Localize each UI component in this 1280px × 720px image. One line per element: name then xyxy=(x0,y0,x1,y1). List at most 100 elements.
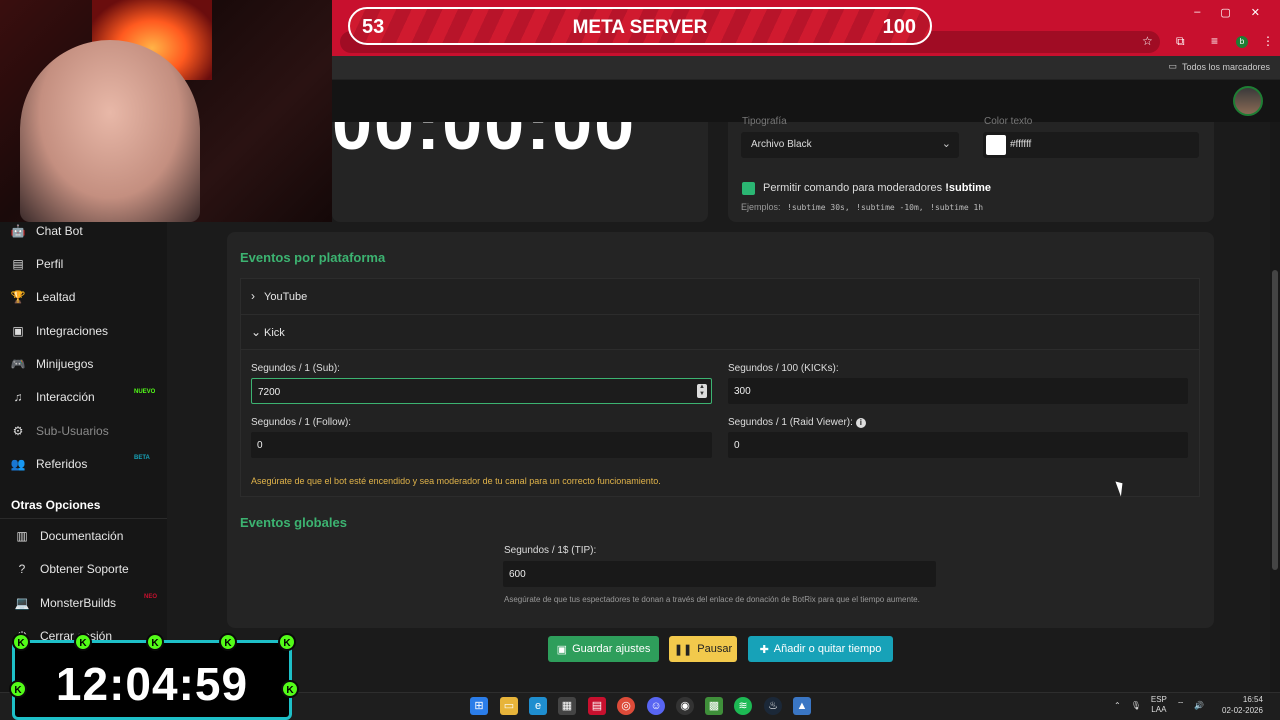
example-code: !subtime 1h xyxy=(930,203,984,212)
save-icon: ▣ xyxy=(556,643,568,656)
clock-time: 16:54 xyxy=(1242,695,1263,704)
style-settings-card: Tipografía Color texto Archivo Black ⌄ #… xyxy=(728,116,1214,222)
sidebar-item-integraciones[interactable]: ▣ Integraciones xyxy=(0,316,167,346)
pause-icon: ❚❚ xyxy=(673,643,693,656)
store-icon[interactable]: ▦ xyxy=(558,697,576,715)
kicks-seconds-label: Segundos / 100 (KICKs): xyxy=(728,363,839,374)
star-icon[interactable]: ☆ xyxy=(1142,34,1153,48)
sidebar-item-chat-bot[interactable]: 🤖 Chat Bot xyxy=(0,216,167,246)
clock-date: 02-02-2026 xyxy=(1222,706,1263,715)
kick-logo-icon: K xyxy=(146,633,164,651)
windows-start-icon[interactable]: ⊞ xyxy=(470,697,488,715)
timer-preview-card: 00:00:00 xyxy=(332,122,708,222)
close-button[interactable]: ✕ xyxy=(1251,6,1260,19)
chrome-icon[interactable]: ◎ xyxy=(617,697,635,715)
profile-icon[interactable]: b xyxy=(1236,36,1248,48)
sidebar-item-minijuegos[interactable]: 🎮 Minijuegos xyxy=(0,349,167,379)
pause-button[interactable]: ❚❚ Pausar xyxy=(669,636,737,662)
tip-seconds-input[interactable]: 600 xyxy=(503,561,936,587)
webcam-overlay xyxy=(0,0,332,222)
sidebar-item-label: Sub-Usuarios xyxy=(36,424,109,438)
extensions-icon[interactable]: ⧉ xyxy=(1176,34,1185,49)
users-icon: 👥 xyxy=(10,457,26,471)
sidebar-item-perfil[interactable]: ▤ Perfil xyxy=(0,249,167,279)
accordion-kick[interactable]: ⌄ Kick xyxy=(240,314,1200,350)
color-input[interactable]: #ffffff xyxy=(983,132,1199,158)
neo-badge: NEO xyxy=(144,594,158,600)
music-icon: ♫ xyxy=(13,390,23,404)
kick-logo-icon: K xyxy=(74,633,92,651)
divider xyxy=(0,518,167,519)
menu-icon[interactable]: ⋮ xyxy=(1262,34,1274,48)
countdown-overlay: 12:04:59 xyxy=(12,640,292,720)
plug-icon: ▣ xyxy=(12,324,24,338)
sidebar-item-interaccion[interactable]: ♫ Interacción NUEVO xyxy=(0,382,167,412)
chevron-down-icon: ⌄ xyxy=(251,325,262,339)
sub-seconds-label: Segundos / 1 (Sub): xyxy=(251,363,340,374)
examples-label: Ejemplos: xyxy=(741,202,781,212)
kick-settings xyxy=(240,350,1200,497)
font-select[interactable]: Archivo Black ⌄ xyxy=(741,132,959,158)
edge-icon[interactable]: e xyxy=(529,697,547,715)
spotify-icon[interactable]: ≋ xyxy=(734,697,752,715)
info-icon[interactable]: i xyxy=(855,418,866,428)
tip-seconds-value: 600 xyxy=(509,569,526,580)
add-time-button[interactable]: ✚ Añadir o quitar tiempo xyxy=(748,636,893,662)
minimize-button[interactable]: – xyxy=(1194,6,1200,19)
plus-icon: ✚ xyxy=(759,643,769,656)
volume-icon[interactable]: 🔊 xyxy=(1194,701,1204,710)
accordion-youtube[interactable]: › YouTube xyxy=(240,278,1200,314)
all-bookmarks-link[interactable]: ▭ Todos los marcadores xyxy=(1168,61,1270,72)
minecraft-icon[interactable]: ▩ xyxy=(705,697,723,715)
maximize-button[interactable]: ▢ xyxy=(1220,6,1230,19)
avatar[interactable] xyxy=(1233,86,1263,116)
laptop-icon: 💻 xyxy=(14,596,30,610)
taskbar-clock[interactable]: 16:54 02-02-2026 xyxy=(1222,694,1263,716)
sidebar-item-soporte[interactable]: ? Obtener Soporte xyxy=(0,554,167,584)
example-code: !subtime 30s, xyxy=(787,203,850,212)
command-examples: Ejemplos: !subtime 30s, !subtime -10m, !… xyxy=(741,202,983,212)
sidebar-item-monsterbuilds[interactable]: 💻 MonsterBuilds NEO xyxy=(0,588,167,618)
file-explorer-icon[interactable]: ▭ xyxy=(500,697,518,715)
other-options-heading: Otras Opciones xyxy=(11,498,101,512)
language-indicator[interactable]: ESP LAA xyxy=(1151,695,1167,715)
follow-seconds-input[interactable]: 0 xyxy=(251,432,712,458)
moderator-command-checkbox[interactable] xyxy=(742,182,755,195)
wifi-icon[interactable]: ⌔ xyxy=(1177,700,1185,710)
window-controls: – ▢ ✕ xyxy=(1194,6,1260,19)
chevron-up-icon[interactable]: ⌃ xyxy=(1114,701,1121,710)
moderator-command-text: Permitir comando para moderadores xyxy=(763,182,943,194)
scrollbar-thumb[interactable] xyxy=(1272,270,1278,570)
sidebar-item-lealtad[interactable]: 🏆 Lealtad xyxy=(0,282,167,312)
book-icon: ▥ xyxy=(16,529,28,543)
sidebar-item-referidos[interactable]: 👥 Referidos BETA xyxy=(0,449,167,479)
sub-seconds-input[interactable]: 7200 ▲ ▼ xyxy=(251,378,712,404)
photos-icon[interactable]: ▲ xyxy=(793,697,811,715)
kick-logo-icon: K xyxy=(278,633,296,651)
kick-logo-icon: K xyxy=(9,680,27,698)
sidebar-item-documentacion[interactable]: ▥ Documentación xyxy=(0,521,167,551)
follow-seconds-value: 0 xyxy=(257,440,263,451)
discord-icon[interactable]: ☺ xyxy=(647,697,665,715)
save-button[interactable]: ▣ Guardar ajustes xyxy=(548,636,659,662)
beta-badge: BETA xyxy=(134,455,150,461)
obs-icon[interactable]: ◉ xyxy=(676,697,694,715)
raid-seconds-input[interactable]: 0 xyxy=(728,432,1188,458)
color-label: Color texto xyxy=(984,116,1033,127)
moderator-command-label: Permitir comando para moderadores !subti… xyxy=(763,182,991,194)
sidebar-item-sub-usuarios[interactable]: ⚙ Sub-Usuarios xyxy=(0,416,167,446)
kicks-seconds-input[interactable]: 300 xyxy=(728,378,1188,404)
sidebar-item-label: Minijuegos xyxy=(36,357,94,371)
sidebar-item-label: MonsterBuilds xyxy=(40,596,117,610)
color-swatch[interactable] xyxy=(986,135,1006,155)
number-stepper[interactable]: ▲ ▼ xyxy=(697,384,707,398)
media-icon[interactable]: ≡ xyxy=(1211,34,1218,48)
kick-logo-icon: K xyxy=(281,680,299,698)
kick-warning: Asegúrate de que el bot esté encendido y… xyxy=(251,476,661,486)
timer-preview: 00:00:00 xyxy=(332,122,637,165)
steam-icon[interactable]: ♨ xyxy=(764,697,782,715)
meta-server-app-icon[interactable]: ▤ xyxy=(588,697,606,715)
sidebar-item-label: Perfil xyxy=(36,257,64,271)
moderator-command-name: !subtime xyxy=(945,182,992,194)
microphone-icon[interactable]: 🎙 xyxy=(1131,701,1141,710)
